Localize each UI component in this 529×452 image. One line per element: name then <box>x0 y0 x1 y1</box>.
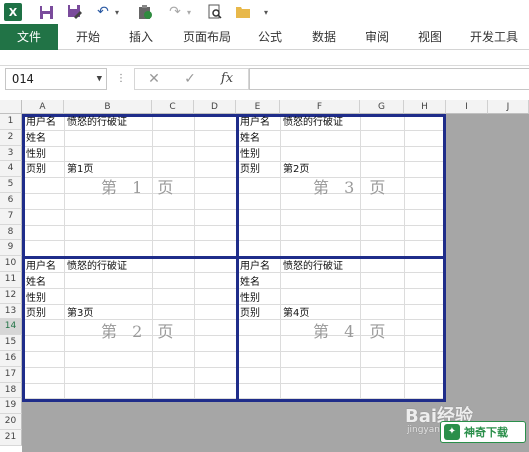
cell-a2[interactable]: 姓名 <box>26 132 46 145</box>
cell-f4[interactable]: 第2页 <box>283 163 309 176</box>
cell-e2[interactable]: 姓名 <box>240 132 260 145</box>
page-watermark-2: 第 2 页 <box>101 322 179 341</box>
row-header-6[interactable]: 6 <box>0 193 22 209</box>
column-header-g[interactable]: G <box>360 100 404 114</box>
row-header-4[interactable]: 4 <box>0 161 22 178</box>
cell-a3[interactable]: 性别 <box>26 148 46 161</box>
row-header-9[interactable]: 9 <box>0 240 22 257</box>
name-box[interactable]: O14 ▼ <box>5 68 107 90</box>
name-box-dropdown-icon[interactable]: ▼ <box>97 69 102 89</box>
print-preview-icon[interactable] <box>205 2 225 22</box>
cell-a4[interactable]: 页别 <box>26 163 46 176</box>
cell-f1[interactable]: 愤怒的行破证 <box>283 116 343 129</box>
row-header-19[interactable]: 19 <box>0 398 22 415</box>
cell-e1[interactable]: 用户名 <box>240 116 270 129</box>
cell-e11[interactable]: 姓名 <box>240 276 260 289</box>
row-header-10[interactable]: 10 <box>0 256 22 272</box>
save-icon[interactable] <box>36 2 56 22</box>
row-header-18[interactable]: 18 <box>0 382 22 399</box>
column-header-j[interactable]: J <box>488 100 529 114</box>
row-header-12[interactable]: 12 <box>0 287 22 304</box>
cell-b10[interactable]: 愤怒的行破证 <box>67 260 127 273</box>
formula-bar: O14 ▼ ⋮ ✕ ✓ fx <box>0 66 529 94</box>
select-all-corner[interactable] <box>0 100 22 114</box>
name-box-value: O14 <box>12 72 34 86</box>
row-header-13[interactable]: 13 <box>0 303 22 320</box>
save-as-icon[interactable] <box>64 2 86 22</box>
site-logo-icon: ✦ <box>444 424 460 440</box>
enter-icon[interactable]: ✓ <box>178 70 202 88</box>
cell-e10[interactable]: 用户名 <box>240 260 270 273</box>
cancel-icon[interactable]: ✕ <box>142 70 166 88</box>
tab-developer[interactable]: 开发工具 <box>462 24 526 50</box>
tab-home[interactable]: 开始 <box>66 24 110 50</box>
ribbon-collapsed-area <box>0 50 529 66</box>
row-header-14[interactable]: 14 <box>0 319 22 336</box>
customize-qat-dropdown-icon[interactable]: ▾ <box>260 2 272 22</box>
cell-a12[interactable]: 性别 <box>26 292 46 305</box>
column-header-c[interactable]: C <box>152 100 194 114</box>
cell-e12[interactable]: 性别 <box>240 292 260 305</box>
site-logo-text: 神奇下载 <box>464 426 508 439</box>
cell-b1[interactable]: 愤怒的行破证 <box>67 116 127 129</box>
tab-view[interactable]: 视图 <box>409 24 451 50</box>
tab-insert[interactable]: 插入 <box>119 24 163 50</box>
cell-f13[interactable]: 第4页 <box>283 307 309 320</box>
tab-data[interactable]: 数据 <box>303 24 345 50</box>
row-header-3[interactable]: 3 <box>0 145 22 162</box>
column-header-a[interactable]: A <box>22 100 64 114</box>
row-header-1[interactable]: 1 <box>0 114 22 130</box>
site-logo: ✦ 神奇下载 <box>440 421 526 443</box>
row-header-5[interactable]: 5 <box>0 177 22 193</box>
formula-input[interactable] <box>249 68 529 90</box>
cell-b13[interactable]: 第3页 <box>67 307 93 320</box>
page-watermark-4: 第 4 页 <box>313 322 391 341</box>
excel-app-icon[interactable]: X <box>4 2 22 22</box>
row-header-11[interactable]: 11 <box>0 272 22 288</box>
page-watermark-1: 第 1 页 <box>101 178 179 197</box>
cell-b4[interactable]: 第1页 <box>67 163 93 176</box>
clipboard-icon[interactable] <box>134 2 156 22</box>
outside-print-area-bottom <box>22 402 446 452</box>
column-header-f[interactable]: F <box>280 100 360 114</box>
more-options-icon[interactable]: ⋮ <box>116 70 126 88</box>
tab-review[interactable]: 审阅 <box>356 24 398 50</box>
row-header-16[interactable]: 16 <box>0 351 22 367</box>
cell-a13[interactable]: 页别 <box>26 307 46 320</box>
row-header-21[interactable]: 21 <box>0 430 22 446</box>
page-break-center <box>22 256 446 259</box>
redo-dropdown-icon[interactable]: ▾ <box>184 2 194 22</box>
cell-e4[interactable]: 页别 <box>240 163 260 176</box>
cell-a1[interactable]: 用户名 <box>26 116 56 129</box>
row-header-7[interactable]: 7 <box>0 208 22 225</box>
page-watermark-3: 第 3 页 <box>313 178 391 197</box>
undo-icon[interactable]: ↶ <box>94 2 112 22</box>
cell-e3[interactable]: 性别 <box>240 148 260 161</box>
insert-function-icon[interactable]: fx <box>214 70 240 88</box>
ribbon-tabs: 文件 开始 插入 页面布局 公式 数据 审阅 视图 开发工具 <box>0 24 529 50</box>
tab-file[interactable]: 文件 <box>0 24 58 50</box>
row-header-8[interactable]: 8 <box>0 224 22 241</box>
redo-icon[interactable]: ↷ <box>166 2 184 22</box>
worksheet-grid[interactable]: ABCDEFGHIJ 1 2 3 4 5 6 7 8 9 10 11 12 13 14 15 16 17 18 19… <box>0 100 529 452</box>
row-header-2[interactable]: 2 <box>0 129 22 146</box>
cell-e13[interactable]: 页别 <box>240 307 260 320</box>
row-header-20[interactable]: 20 <box>0 414 22 430</box>
cell-f10[interactable]: 愤怒的行破证 <box>283 260 343 273</box>
cell-a10[interactable]: 用户名 <box>26 260 56 273</box>
column-header-i[interactable]: I <box>446 100 488 114</box>
folder-icon[interactable] <box>233 2 253 22</box>
undo-dropdown-icon[interactable]: ▾ <box>112 2 122 22</box>
tab-page-layout[interactable]: 页面布局 <box>176 24 238 50</box>
row-header-15[interactable]: 15 <box>0 335 22 351</box>
tab-formulas[interactable]: 公式 <box>250 24 290 50</box>
column-header-b[interactable]: B <box>64 100 152 114</box>
row-header-17[interactable]: 17 <box>0 366 22 383</box>
cell-a11[interactable]: 姓名 <box>26 276 46 289</box>
quick-access-toolbar: X ↶ ▾ ↷ ▾ ▾ <box>0 0 529 24</box>
column-header-e[interactable]: E <box>236 100 280 114</box>
column-header-d[interactable]: D <box>194 100 236 114</box>
page-break-bottom <box>22 399 446 402</box>
column-header-h[interactable]: H <box>404 100 446 114</box>
